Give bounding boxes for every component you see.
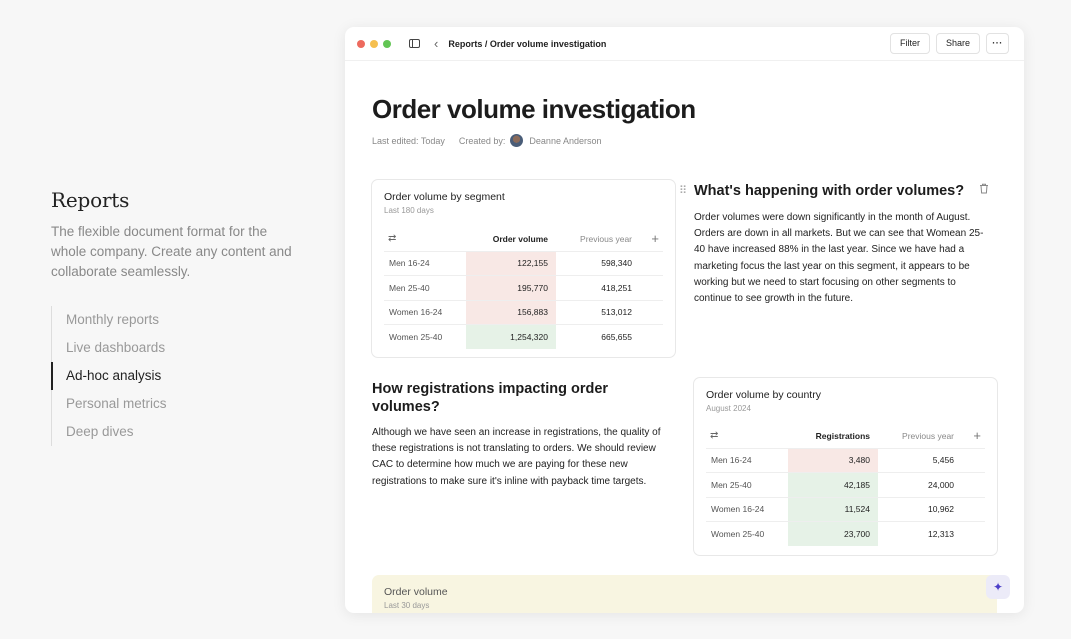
breadcrumb: Reports / Order volume investigation bbox=[448, 38, 607, 49]
table-row: Men 16-24 122,155 598,340 bbox=[384, 250, 663, 276]
table-row: Women 16-24 156,883 513,012 bbox=[384, 299, 663, 325]
country-table-subtitle: August 2024 bbox=[706, 404, 751, 413]
row-label: Women 16-24 bbox=[384, 299, 466, 325]
add-column-icon[interactable]: + bbox=[640, 227, 663, 251]
back-icon[interactable]: ‹ bbox=[434, 36, 438, 51]
column-header-order-volume[interactable]: Order volume bbox=[466, 227, 556, 251]
feature-nav: Monthly reports Live dashboards Ad-hoc a… bbox=[51, 306, 167, 446]
add-column-icon[interactable]: + bbox=[962, 424, 985, 448]
author-name[interactable]: Deanne Anderson bbox=[529, 136, 601, 146]
column-header-previous-year[interactable]: Previous year bbox=[878, 424, 962, 448]
app-window: ‹ Reports / Order volume investigation F… bbox=[345, 27, 1024, 613]
minimize-window-button[interactable] bbox=[370, 39, 378, 48]
trash-icon[interactable] bbox=[979, 183, 989, 197]
previous-year-cell: 24,000 bbox=[878, 472, 962, 497]
registrations-cell: 23,700 bbox=[788, 521, 878, 546]
page-title: Order volume investigation bbox=[372, 94, 696, 124]
close-window-button[interactable] bbox=[357, 39, 365, 48]
column-header-registrations[interactable]: Registrations bbox=[788, 424, 878, 448]
row-label: Men 25-40 bbox=[384, 275, 466, 300]
whats-happening-heading: What's happening with order volumes? bbox=[694, 183, 965, 199]
row-label: Women 16-24 bbox=[706, 496, 788, 522]
registrations-body: Although we have seen an increase in reg… bbox=[372, 427, 661, 487]
previous-year-cell: 5,456 bbox=[878, 447, 962, 473]
row-label: Men 16-24 bbox=[706, 447, 788, 473]
doc-meta: Last edited: Today Created by: Deanne An… bbox=[372, 134, 601, 147]
column-header-previous-year[interactable]: Previous year bbox=[556, 227, 640, 251]
previous-year-cell: 418,251 bbox=[556, 275, 640, 300]
country-table-card: Order volume by country August 2024 ⇄ Re… bbox=[693, 377, 998, 556]
previous-year-cell: 665,655 bbox=[556, 324, 640, 349]
previous-year-cell: 598,340 bbox=[556, 250, 640, 276]
titlebar: ‹ Reports / Order volume investigation F… bbox=[345, 27, 1024, 61]
country-table: ⇄ Registrations Previous year + Men 16-2… bbox=[706, 424, 985, 546]
table-row: Women 16-24 11,524 10,962 bbox=[706, 496, 985, 522]
last-edited: Last edited: Today bbox=[372, 135, 445, 146]
feature-panel: Reports The flexible document format for… bbox=[51, 188, 301, 282]
table-row: Women 25-40 23,700 12,313 bbox=[706, 521, 985, 546]
row-label: Men 25-40 bbox=[706, 472, 788, 497]
ai-sparkle-button[interactable]: ✦ bbox=[986, 575, 1010, 599]
feature-title: Reports bbox=[51, 188, 130, 212]
order-volume-cell: 122,155 bbox=[466, 250, 556, 276]
filter-button[interactable]: Filter bbox=[889, 33, 930, 54]
drag-handle-icon[interactable]: ⠿ bbox=[679, 184, 687, 197]
segment-table: ⇄ Order volume Previous year + Men 16-24… bbox=[384, 227, 663, 349]
segment-table-title: Order volume by segment bbox=[384, 191, 505, 203]
avatar bbox=[510, 134, 524, 147]
maximize-window-button[interactable] bbox=[383, 39, 391, 48]
previous-year-cell: 10,962 bbox=[878, 496, 962, 522]
registrations-heading: How registrations impacting order volume… bbox=[372, 381, 609, 415]
share-button[interactable]: Share bbox=[935, 33, 980, 54]
created-by-label: Created by: bbox=[458, 135, 506, 146]
previous-year-cell: 12,313 bbox=[878, 521, 962, 546]
order-volume-card-subtitle: Last 30 days bbox=[384, 601, 430, 610]
order-volume-cell: 195,770 bbox=[466, 275, 556, 300]
order-volume-card-title: Order volume bbox=[384, 586, 448, 598]
nav-item-live-dashboards[interactable]: Live dashboards bbox=[52, 334, 167, 362]
nav-item-personal-metrics[interactable]: Personal metrics bbox=[52, 390, 167, 418]
more-options-button[interactable]: ··· bbox=[986, 33, 1009, 54]
sidebar-toggle-icon[interactable] bbox=[409, 39, 420, 48]
segment-table-card: Order volume by segment Last 180 days ⇄ … bbox=[371, 179, 676, 358]
feature-description: The flexible document format for the who… bbox=[51, 224, 292, 279]
order-volume-chart-card: Order volume Last 30 days bbox=[372, 575, 997, 613]
row-label: Women 25-40 bbox=[706, 521, 788, 546]
row-label: Men 16-24 bbox=[384, 250, 466, 276]
whats-happening-body: Order volumes were down significantly in… bbox=[694, 212, 984, 305]
order-volume-cell: 1,254,320 bbox=[466, 324, 556, 349]
row-label: Women 25-40 bbox=[384, 324, 466, 349]
table-row: Men 25-40 195,770 418,251 bbox=[384, 275, 663, 300]
nav-item-monthly-reports[interactable]: Monthly reports bbox=[52, 306, 167, 334]
table-row: Women 25-40 1,254,320 665,655 bbox=[384, 324, 663, 349]
order-volume-cell: 156,883 bbox=[466, 299, 556, 325]
registrations-cell: 11,524 bbox=[788, 496, 878, 522]
country-table-title: Order volume by country bbox=[706, 389, 821, 401]
sort-icon[interactable]: ⇄ bbox=[384, 227, 466, 251]
nav-item-ad-hoc-analysis[interactable]: Ad-hoc analysis bbox=[51, 362, 167, 390]
previous-year-cell: 513,012 bbox=[556, 299, 640, 325]
table-row: Men 16-24 3,480 5,456 bbox=[706, 447, 985, 473]
nav-item-deep-dives[interactable]: Deep dives bbox=[52, 418, 167, 446]
sort-icon[interactable]: ⇄ bbox=[706, 424, 788, 448]
registrations-cell: 3,480 bbox=[788, 447, 878, 473]
table-row: Men 25-40 42,185 24,000 bbox=[706, 472, 985, 497]
segment-table-subtitle: Last 180 days bbox=[384, 206, 434, 215]
registrations-cell: 42,185 bbox=[788, 472, 878, 497]
